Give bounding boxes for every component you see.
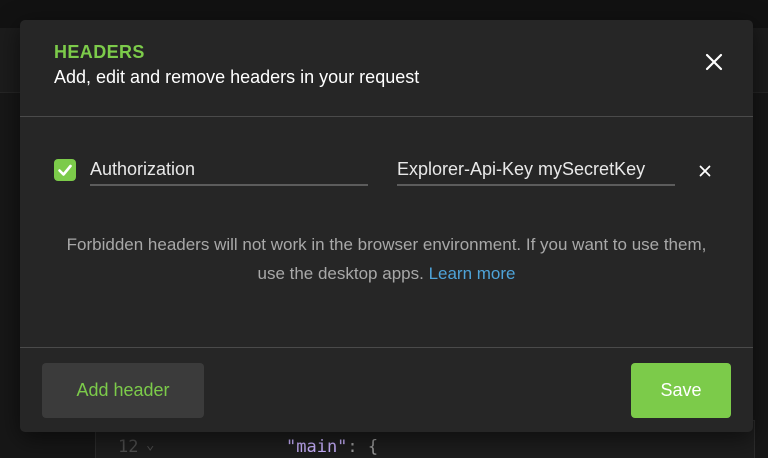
header-key-input[interactable]: Authorization	[90, 154, 368, 186]
remove-header-button[interactable]	[696, 162, 714, 180]
header-value-input[interactable]: Explorer-Api-Key mySecretKey	[397, 154, 675, 186]
notice-text: Forbidden headers will not work in the b…	[66, 235, 707, 283]
modal-title: HEADERS	[54, 42, 145, 62]
fold-chevron-icon[interactable]: ⌄	[146, 437, 154, 453]
forbidden-headers-notice: Forbidden headers will not work in the b…	[54, 230, 719, 288]
code-line: "main": {	[286, 437, 378, 457]
footer-divider	[20, 347, 753, 348]
add-header-button[interactable]: Add header	[42, 363, 204, 418]
checkmark-icon	[58, 164, 72, 176]
code-line-number: 12	[118, 437, 139, 457]
close-button[interactable]	[698, 46, 730, 78]
code-key: "main"	[286, 437, 348, 457]
save-button[interactable]: Save	[631, 363, 731, 418]
code-punctuation: : {	[347, 437, 379, 457]
header-divider	[20, 116, 753, 117]
headers-modal: HEADERS Add, edit and remove headers in …	[20, 20, 753, 432]
close-icon	[705, 53, 723, 71]
learn-more-link[interactable]: Learn more	[429, 264, 516, 283]
modal-subtitle: Add, edit and remove headers in your req…	[54, 67, 420, 87]
header-enabled-checkbox[interactable]	[54, 159, 76, 181]
close-icon	[699, 165, 711, 177]
